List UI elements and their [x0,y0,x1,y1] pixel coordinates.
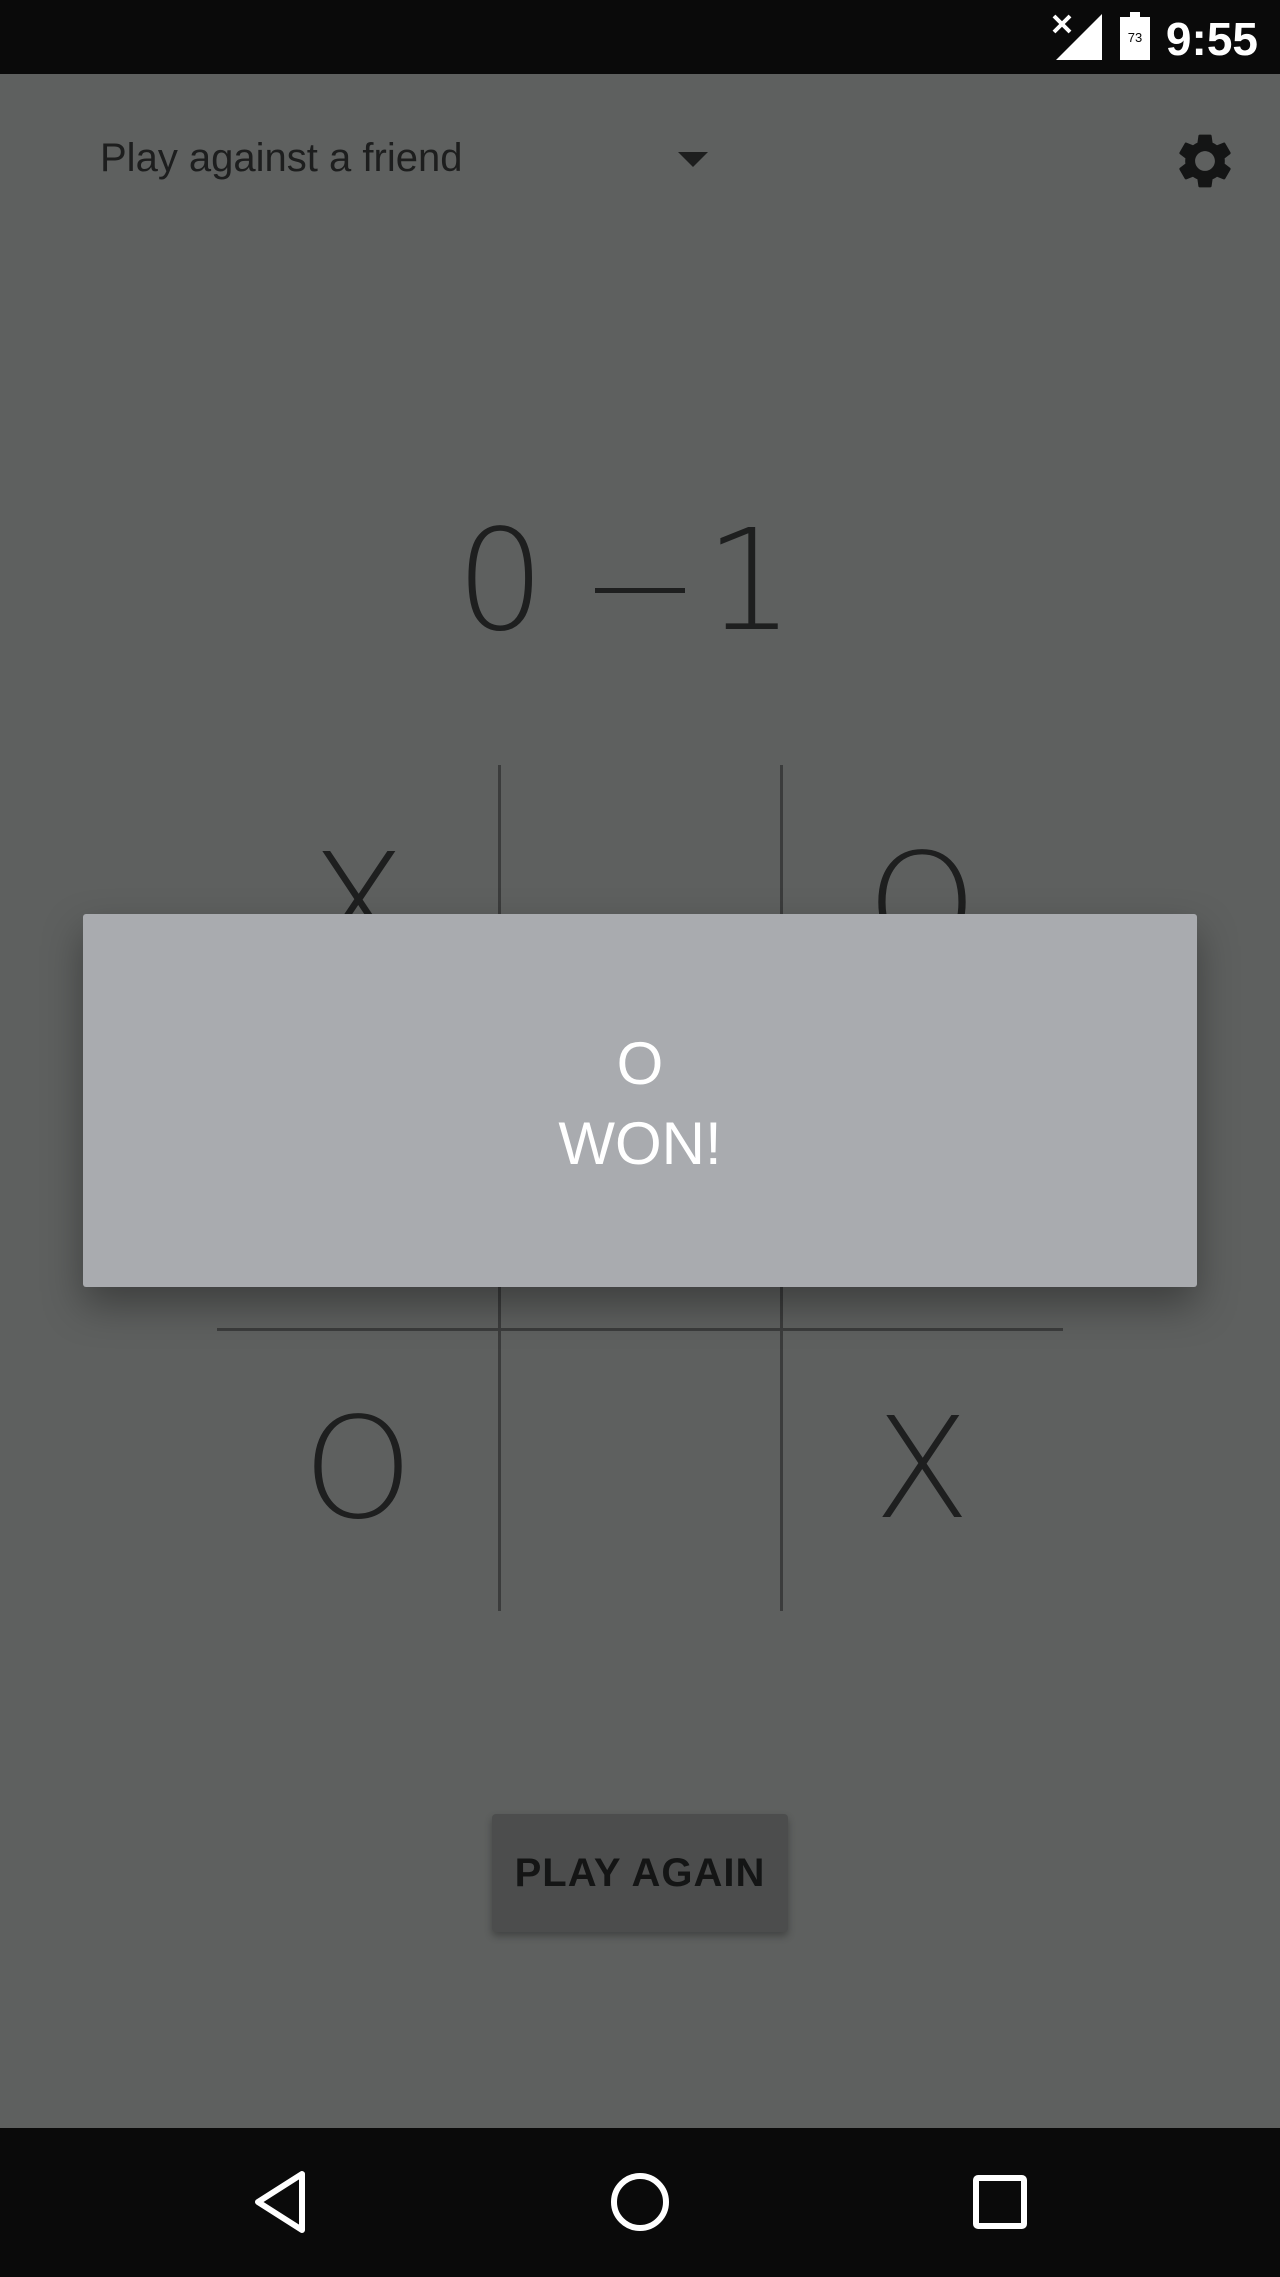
scoreboard: 01 [0,500,1280,663]
score-right: 1 [705,500,825,663]
battery-icon: 73 [1120,12,1150,60]
board-cell[interactable]: X [781,1329,1063,1611]
winner-message: WON! [558,1110,722,1177]
navigation-bar [0,2128,1280,2277]
status-bar: 73 9:55 [0,0,1280,74]
mode-label: Play against a friend [100,136,463,180]
result-dialog[interactable]: O WON! [83,914,1197,1287]
board-cell[interactable]: O [217,1329,499,1611]
cell-mark: X [874,1388,970,1551]
cell-mark: O [302,1388,414,1551]
dropdown-arrow-icon [678,152,708,167]
winner-symbol: O [616,1030,664,1097]
gear-icon[interactable] [1172,128,1238,194]
back-icon[interactable] [240,2162,320,2242]
mode-dropdown[interactable]: Play against a friend [100,128,720,198]
score-dash [595,588,685,593]
score-left: 0 [455,500,575,663]
result-text: O WON! [83,1024,1197,1184]
board-cell[interactable] [499,1329,781,1611]
home-icon[interactable] [600,2162,680,2242]
recents-icon[interactable] [960,2162,1040,2242]
clock: 9:55 [1165,13,1258,65]
signal-off-icon [1052,14,1102,60]
battery-level: 73 [1128,30,1142,45]
play-again-button[interactable]: PLAY AGAIN [492,1814,788,1932]
